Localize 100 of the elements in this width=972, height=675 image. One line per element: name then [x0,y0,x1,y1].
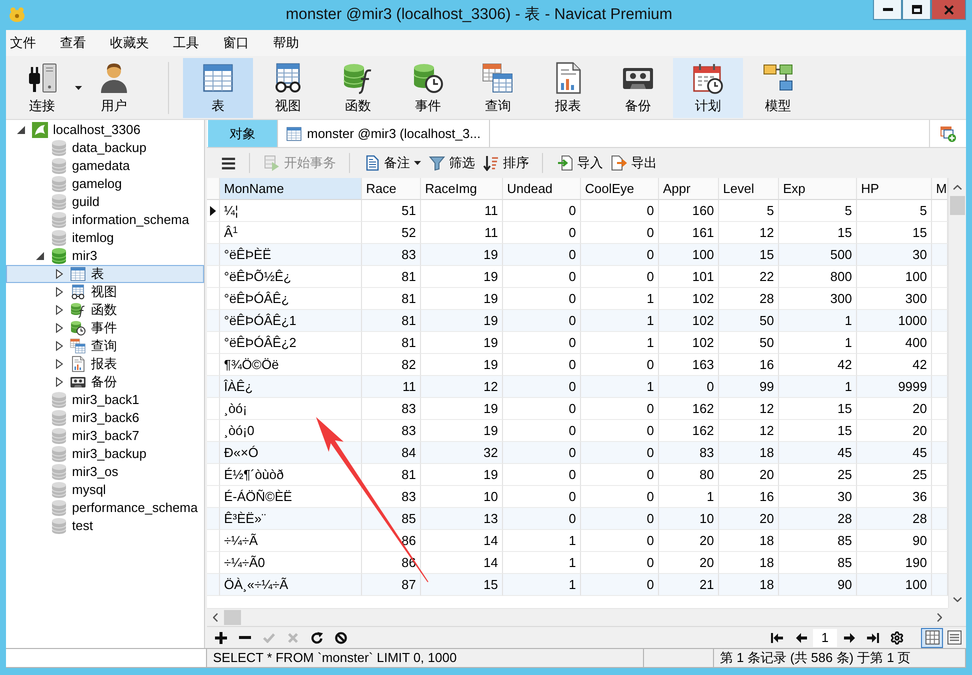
export-icon [611,155,627,171]
table-row[interactable]: Ê³ÈË»¨ 85 13 0 0 10 20 28 28 [207,508,948,530]
toolbar-button[interactable]: 视图 [253,58,323,118]
toolbar-button[interactable]: 导入 [553,151,607,175]
menu-item[interactable]: 收藏夹 [110,33,149,53]
table-row[interactable]: ÷¼÷Ã 86 14 1 0 20 18 85 90 [207,530,948,552]
column-header[interactable]: MonName [220,178,362,200]
table-cell: 90 [779,574,857,596]
toolbar-button[interactable]: 事件 [393,58,463,118]
column-header[interactable]: CoolEye [581,178,659,200]
toolbar-button[interactable]: 计划 [673,58,743,118]
tree-item[interactable]: mir3 [6,247,204,265]
table-row[interactable]: Â$^{1}$ 52 11 0 0 161 12 15 15 [207,222,948,244]
tree-item[interactable]: mir3_os [6,463,204,481]
table-row[interactable]: É-ÁÖÑ©ÈË 83 10 0 0 1 16 30 36 [207,486,948,508]
table-row[interactable]: ¸òó¡ 83 19 0 0 162 12 15 20 [207,398,948,420]
stop-icon [335,632,347,644]
column-header[interactable]: Appr [659,178,719,200]
table-row[interactable]: °ëÊÞÕ½Ê¿ 81 19 0 0 101 22 800 100 [207,266,948,288]
tree-item[interactable]: mir3_back6 [6,409,204,427]
tree-item[interactable]: performance_schema [6,499,204,517]
page-field[interactable]: 1 [813,628,837,646]
tree-item[interactable]: 报表 [6,355,204,373]
close-icon [944,4,954,14]
scrollbar-thumb[interactable] [224,610,241,625]
toolbar-button[interactable]: 函数 [323,58,393,118]
table-row[interactable]: °ëÊÞÓÂÊ¿2 81 19 0 1 102 50 1 400 [207,332,948,354]
toolbar-button[interactable]: 备份 [603,58,673,118]
toolbar-button[interactable]: 表 [183,58,253,118]
menu-item[interactable]: 工具 [173,33,199,53]
maximize-button[interactable] [902,0,931,20]
table-row[interactable]: ¸òó¡0 83 19 0 0 162 12 15 20 [207,420,948,442]
column-header[interactable]: RaceImg [421,178,503,200]
grid-icon [924,630,940,645]
database-clock-icon [70,320,86,336]
tree-item[interactable]: test [6,517,204,535]
menu-icon [221,156,236,170]
table-row[interactable]: Ð«×Ó 84 32 0 0 83 18 45 45 [207,442,948,464]
plus-icon [215,632,227,644]
tree-item[interactable]: mir3_back1 [6,391,204,409]
toolbar-button[interactable]: 报表 [533,58,603,118]
tree-item[interactable]: gamedata [6,157,204,175]
table-icon [70,266,86,282]
tree-item[interactable]: guild [6,193,204,211]
close-button[interactable] [931,0,966,20]
tab[interactable]: 对象 [208,120,278,147]
column-header[interactable]: Undead [503,178,581,200]
table-row[interactable]: °ëÊÞÈË 83 19 0 0 100 15 500 30 [207,244,948,266]
table-row[interactable]: ¼¦ 51 11 0 0 160 5 5 5 [207,200,948,222]
table-row[interactable]: ÎÀÊ¿ 11 12 0 1 0 99 1 9999 [207,376,948,398]
column-header[interactable]: Race [362,178,421,200]
toolbar-button[interactable]: 备注 [360,151,425,175]
tree-item[interactable]: information_schema [6,211,204,229]
column-header[interactable]: Level [719,178,779,200]
tree-item[interactable]: mir3_backup [6,445,204,463]
menu-item[interactable]: 文件 [10,33,36,53]
column-header[interactable]: HP [857,178,932,200]
table-cell: 100 [857,574,932,596]
toolbar-button[interactable]: 导出 [607,151,661,175]
table-plus-icon [940,126,956,142]
x-icon [288,632,298,642]
table-cell: 0 [581,574,659,596]
tree-item[interactable]: itemlog [6,229,204,247]
tree-item[interactable]: gamelog [6,175,204,193]
toolbar-button[interactable]: 模型 [743,58,813,118]
minimize-button[interactable] [873,0,902,20]
scrollbar-thumb[interactable] [950,196,965,215]
menu-item[interactable]: 查看 [60,33,86,53]
plug-server-icon [26,62,58,94]
tree-item[interactable]: 函数 [6,301,204,319]
tree-item[interactable]: localhost_3306 [6,121,204,139]
tree-item[interactable]: 视图 [6,283,204,301]
menu-item[interactable]: 窗口 [223,33,249,53]
view-mode-button[interactable] [921,628,943,648]
report-chart-icon [70,356,86,372]
status-record-info: 第 1 条记录 (共 586 条) 于第 1 页 [714,648,966,668]
tree-item[interactable]: 表 [6,265,204,283]
arrow-right-icon [844,632,854,642]
toolbar-button[interactable]: 连接 [12,58,84,118]
table-row[interactable]: ¶¾Ö©Öë 82 19 0 0 163 16 42 42 [207,354,948,376]
horizontal-scrollbar[interactable] [207,608,948,626]
table-row[interactable]: °ëÊÞÓÂÊ¿ 81 19 0 1 102 28 300 300 [207,288,948,310]
table-row[interactable]: É½¶´òùòð 81 19 0 0 80 20 25 25 [207,464,948,486]
toolbar-button[interactable]: 用户 [84,58,144,118]
table-row[interactable]: °ëÊÞÓÂÊ¿1 81 19 0 1 102 50 1 1000 [207,310,948,332]
toolbar-button[interactable]: 筛选 [425,151,479,175]
tree-item[interactable]: 查询 [6,337,204,355]
tree-item[interactable]: mysql [6,481,204,499]
column-header[interactable]: M [932,178,948,200]
menu-item[interactable]: 帮助 [273,33,299,53]
tree-item[interactable]: 事件 [6,319,204,337]
tree-item[interactable]: mir3_back7 [6,427,204,445]
tables-icon [482,62,514,94]
column-header[interactable]: Exp [779,178,857,200]
tree-item[interactable]: 备份 [6,373,204,391]
table-row[interactable]: ÖÀ¸«÷¼÷Ã 87 15 1 0 21 18 90 100 [207,574,948,596]
toolbar-button[interactable]: 排序 [479,151,533,175]
arrow-left-icon [796,632,806,642]
tree-item[interactable]: data_backup [6,139,204,157]
toolbar-button[interactable]: 查询 [463,58,533,118]
